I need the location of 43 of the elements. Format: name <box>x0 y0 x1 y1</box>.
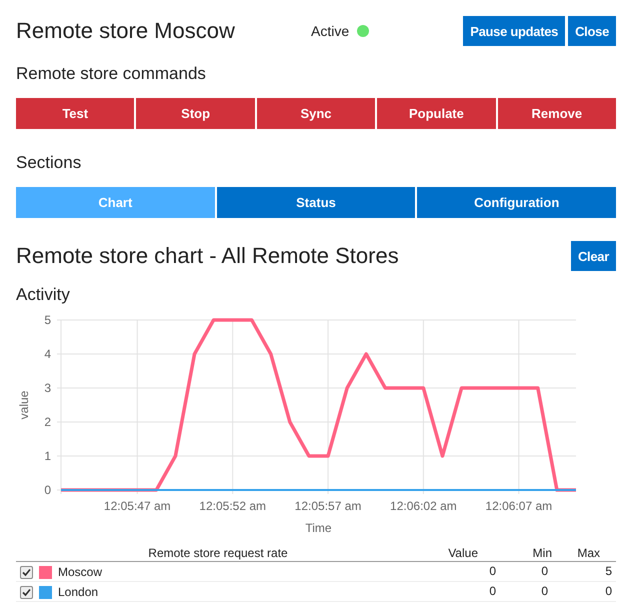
section-heading: Remote store commands <box>16 63 207 85</box>
x-axis-label: Time <box>305 521 332 535</box>
y-tick-label: 4 <box>44 347 51 361</box>
series-name: Moscow <box>58 565 102 579</box>
legend-checkbox[interactable] <box>20 586 33 598</box>
x-tick-label: 12:05:57 am <box>294 499 362 513</box>
x-tick-label: 12:05:47 am <box>104 499 171 513</box>
series-name: London <box>58 585 98 599</box>
x-tick-label: 12:05:52 am <box>199 499 266 513</box>
section-heading: Sections <box>16 152 82 174</box>
column-header: Remote store request rate <box>16 545 420 562</box>
table-cell: 5 <box>552 562 616 582</box>
table-cell: 0 <box>500 582 552 602</box>
command-button[interactable]: Sync <box>256 98 376 129</box>
y-tick-label: 0 <box>44 483 51 497</box>
table-cell: 0 <box>420 582 500 602</box>
status-label: Active <box>311 23 350 39</box>
x-tick-label: 12:06:07 am <box>485 499 552 513</box>
header-button[interactable]: Close <box>568 16 616 46</box>
y-tick-label: 1 <box>44 449 51 463</box>
y-tick-label: 2 <box>44 415 51 429</box>
table-cell: 0 <box>500 562 552 582</box>
header-button[interactable]: Pause updates <box>463 16 566 46</box>
y-tick-label: 5 <box>44 313 51 327</box>
page-title: Remote store Moscow <box>16 18 236 44</box>
y-tick-label: 3 <box>44 381 51 395</box>
legend-checkbox[interactable] <box>20 566 33 578</box>
section-tab[interactable]: Configuration <box>417 187 616 218</box>
column-header: Max <box>552 545 616 562</box>
column-header: Value <box>420 545 500 562</box>
x-tick-label: 12:06:02 am <box>390 499 457 513</box>
command-button[interactable]: Stop <box>136 98 255 129</box>
clear-button[interactable]: Clear <box>570 241 616 271</box>
section-tab[interactable]: Status <box>216 187 416 218</box>
command-button[interactable]: Populate <box>377 98 496 129</box>
table-cell: 0 <box>420 562 500 582</box>
y-axis-label: value <box>17 390 31 420</box>
column-header: Min <box>500 545 552 562</box>
command-button[interactable]: Remove <box>498 98 616 129</box>
chart-title: Remote store chart - All Remote Stores <box>16 243 399 269</box>
command-button[interactable]: Test <box>16 98 134 129</box>
table-cell: 0 <box>552 582 616 602</box>
chart-subtitle: Activity <box>16 284 71 306</box>
